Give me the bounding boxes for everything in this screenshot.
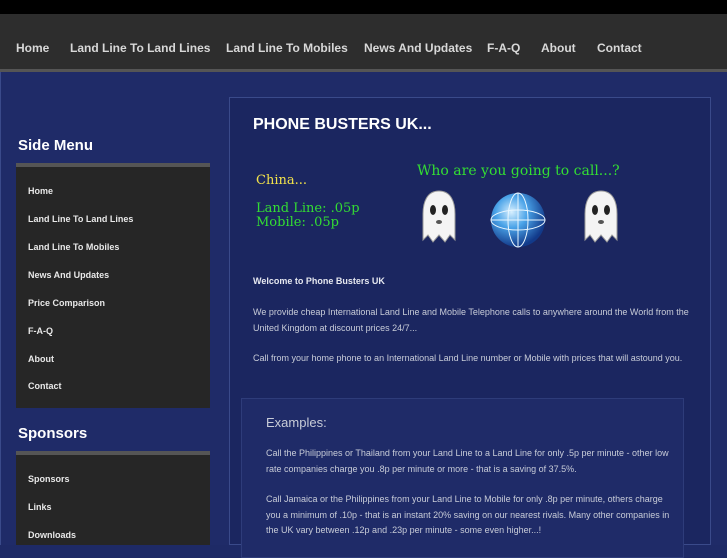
main-navigation: Home Land Line To Land Lines Land Line T… <box>0 14 727 72</box>
example-item: Call Jamaica or the Philippines from you… <box>266 494 670 535</box>
banner-mobile-rate: Mobile: .05p <box>256 215 339 230</box>
banner-tagline: Who are you going to call...? <box>417 163 620 179</box>
page-title: PHONE BUSTERS UK... <box>253 116 432 133</box>
side-menu-item-land-line-to-mobiles[interactable]: Land Line To Mobiles <box>28 242 119 252</box>
side-menu-item-about[interactable]: About <box>28 354 54 364</box>
nav-land-line-to-land-lines[interactable]: Land Line To Land Lines <box>70 41 210 55</box>
welcome-heading: Welcome to Phone Busters UK <box>253 276 385 286</box>
side-menu-item-contact[interactable]: Contact <box>28 381 62 391</box>
globe-icon <box>490 192 546 248</box>
ghost-icon <box>584 190 618 243</box>
nav-about[interactable]: About <box>541 41 576 55</box>
sponsors-menu: Sponsors Links Downloads <box>16 451 210 545</box>
side-menu: Home Land Line To Land Lines Land Line T… <box>16 163 210 408</box>
banner-country: China... <box>256 173 307 188</box>
nav-news-and-updates[interactable]: News And Updates <box>364 41 472 55</box>
side-menu-item-price-comparison[interactable]: Price Comparison <box>28 298 105 308</box>
call-from-paragraph: Call from your home phone to an Internat… <box>253 353 683 363</box>
top-strip <box>0 0 727 14</box>
nav-land-line-to-mobiles[interactable]: Land Line To Mobiles <box>226 41 348 55</box>
sponsor-item-sponsors[interactable]: Sponsors <box>28 474 70 484</box>
sponsors-heading: Sponsors <box>18 425 88 442</box>
side-menu-heading: Side Menu <box>18 137 94 154</box>
nav-contact[interactable]: Contact <box>597 41 642 55</box>
intro-paragraph: We provide cheap International Land Line… <box>253 307 689 333</box>
example-item: Call the Philippines or Thailand from yo… <box>266 448 669 474</box>
side-menu-item-news-and-updates[interactable]: News And Updates <box>28 270 109 280</box>
main-content: PHONE BUSTERS UK... China... Land Line: … <box>229 97 711 558</box>
side-menu-item-land-line-to-land-lines[interactable]: Land Line To Land Lines <box>28 214 133 224</box>
examples-heading: Examples: <box>266 415 327 430</box>
sponsor-item-links[interactable]: Links <box>28 502 52 512</box>
side-menu-item-faq[interactable]: F-A-Q <box>28 326 53 336</box>
nav-faq[interactable]: F-A-Q <box>487 41 520 55</box>
examples-box: Examples: Call the Philippines or Thaila… <box>241 398 684 558</box>
sponsor-item-downloads[interactable]: Downloads <box>28 530 76 540</box>
side-menu-item-home[interactable]: Home <box>28 186 53 196</box>
banner-land-line-rate: Land Line: .05p <box>256 201 360 216</box>
ghost-icon <box>422 190 456 243</box>
nav-home[interactable]: Home <box>16 41 49 55</box>
